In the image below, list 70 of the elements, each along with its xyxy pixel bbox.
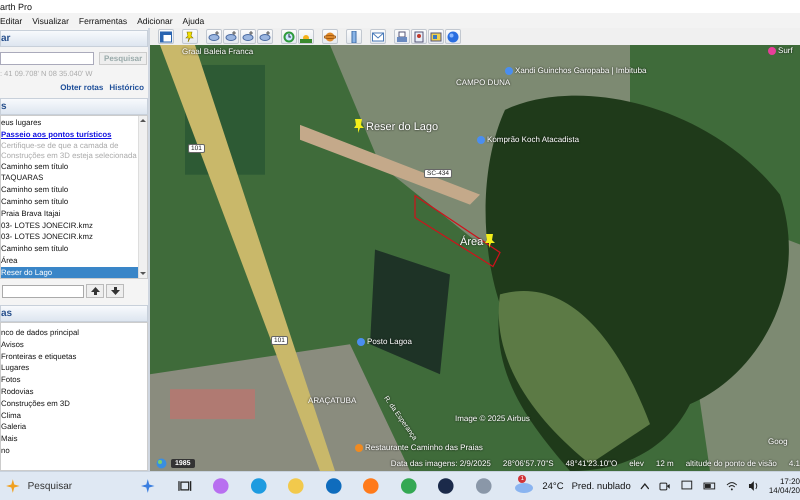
chevron-up-icon[interactable] (640, 482, 650, 490)
up-arrow-icon (90, 287, 100, 295)
map-label: Goog (768, 437, 788, 446)
weather-forecast[interactable]: Pred. nublado (572, 480, 631, 492)
location-marker-icon[interactable] (355, 444, 363, 452)
status-text: Data das imagens: 2/9/2025 (390, 459, 491, 468)
planet-icon (324, 30, 336, 42)
poi-label[interactable]: Xandi Guinchos Garopaba | Imbituba (515, 66, 646, 75)
status-text: altitude do ponto de visão (686, 459, 777, 468)
map-label: Image © 2025 Airbus (455, 414, 530, 423)
clock-icon (283, 30, 295, 42)
placemark-label[interactable]: Reser do Lago (366, 121, 438, 133)
location-marker-icon[interactable] (505, 66, 513, 74)
clock-date[interactable]: 14/04/20 (768, 486, 800, 495)
layout-button[interactable] (158, 29, 174, 44)
status-text: 28°06'57.70"S (502, 459, 554, 468)
status-text: 48°41'23.10"O (566, 459, 618, 468)
location-marker-icon[interactable] (768, 46, 776, 54)
menu-item[interactable]: Ferramentas (78, 16, 128, 26)
status-text: 12 m (656, 459, 674, 468)
status-text: elev (629, 459, 644, 468)
temperature[interactable]: 24°C (542, 480, 564, 492)
move-down-button[interactable] (106, 284, 124, 298)
taskbar-search[interactable]: Pesquisar (28, 480, 125, 492)
globe-icon (447, 30, 459, 42)
sun-button[interactable] (298, 29, 314, 44)
poi-label[interactable]: Komprão Koch Atacadista (487, 135, 580, 144)
poi-label[interactable]: Posto Lagoa (367, 337, 412, 346)
planet-button[interactable] (322, 29, 338, 44)
placemark-label[interactable]: Área (460, 236, 484, 248)
text-field[interactable] (2, 284, 84, 298)
image-icon (413, 30, 425, 42)
clock-time[interactable]: 17:20 (780, 477, 800, 486)
pushpin-icon[interactable] (353, 119, 365, 133)
clock-button[interactable] (281, 29, 297, 44)
menu-item[interactable]: Ajuda (182, 16, 204, 26)
wifi-icon[interactable] (726, 481, 738, 491)
layout-icon (160, 30, 172, 42)
pushpin-icon[interactable] (484, 234, 496, 248)
globe-button[interactable] (445, 29, 461, 44)
battery-icon[interactable] (702, 481, 716, 491)
speaker-icon[interactable] (748, 481, 760, 491)
task-view-icon[interactable] (178, 479, 192, 493)
camera-icon[interactable] (659, 480, 672, 492)
panel-header[interactable]: s (0, 98, 148, 115)
map-label: CAMPO DUNA (456, 78, 510, 87)
monitor-icon[interactable] (681, 480, 693, 492)
menu-item[interactable]: Editar (0, 16, 22, 26)
panel-link[interactable]: Histórico (109, 83, 144, 92)
search-field[interactable] (0, 52, 94, 65)
location-marker-icon[interactable] (357, 338, 365, 346)
panel-header[interactable]: as (0, 305, 148, 322)
status-text: 4.1 (788, 459, 800, 468)
poi-label[interactable]: Surf (778, 46, 793, 55)
email-icon (372, 30, 384, 42)
email-button[interactable] (370, 29, 386, 44)
down-arrow-icon (110, 287, 120, 295)
location-marker-icon[interactable] (477, 136, 485, 144)
menu-item[interactable]: Adicionar (137, 16, 173, 26)
pushpin-button[interactable] (182, 29, 198, 44)
panel-link[interactable]: Obter rotas (60, 83, 104, 92)
window-title: arth Pro (0, 2, 32, 12)
map-label: ARAÇATUBA (308, 396, 356, 405)
scrollbar[interactable] (138, 116, 147, 278)
pushpin-icon (184, 30, 196, 42)
move-up-button[interactable] (86, 284, 104, 298)
ruler-button[interactable] (346, 29, 362, 44)
menu-item[interactable]: Visualizar (32, 16, 69, 26)
panel-header[interactable]: ar (0, 30, 148, 47)
image-button[interactable] (411, 29, 427, 44)
